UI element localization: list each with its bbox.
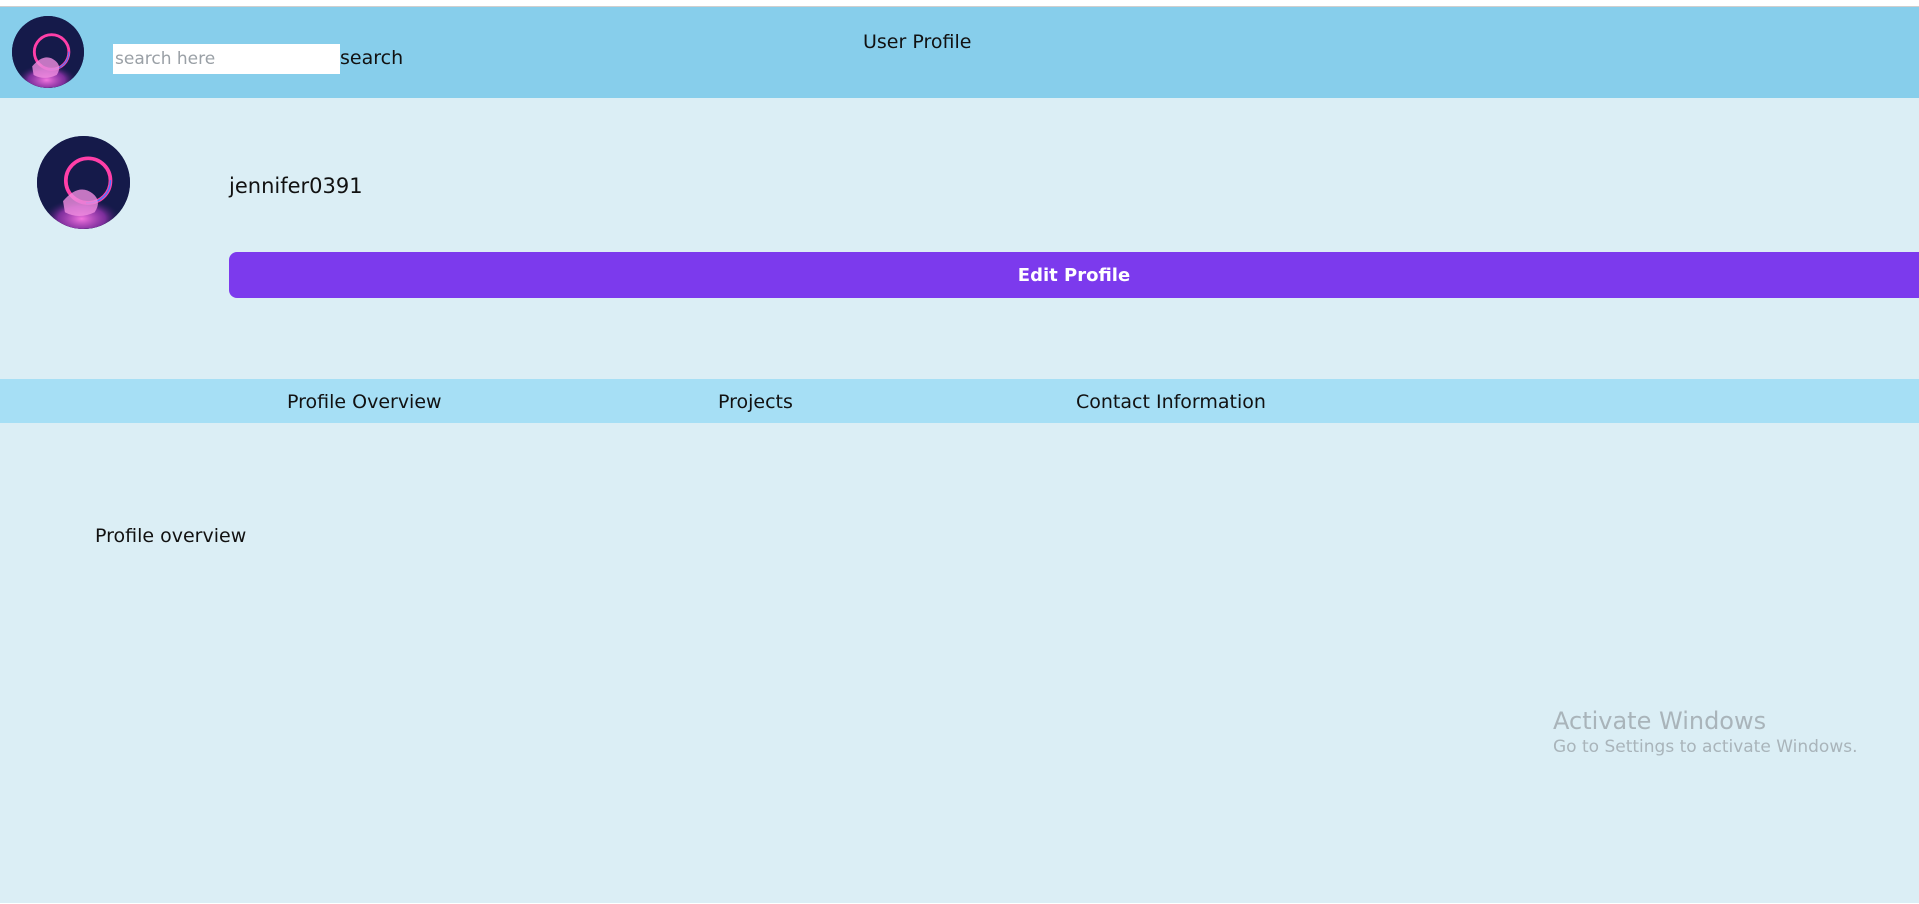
profile-overview-heading: Profile overview — [95, 525, 247, 547]
header-avatar[interactable] — [12, 16, 84, 88]
page-title: User Profile — [863, 31, 972, 53]
tab-projects[interactable]: Projects — [718, 391, 793, 413]
watermark-title: Activate Windows — [1553, 707, 1767, 735]
top-border — [0, 0, 1919, 7]
username: jennifer0391 — [229, 174, 363, 198]
page: search User Profile jennifer0391 — [0, 0, 1919, 904]
search-input[interactable] — [113, 44, 340, 74]
tab-contact-information[interactable]: Contact Information — [1076, 391, 1266, 413]
windows-activation-watermark: Activate Windows Go to Settings to activ… — [1553, 707, 1858, 757]
main-content: jennifer0391 Edit Profile Profile Overvi… — [0, 98, 1919, 904]
profile-tabs: Profile Overview Projects Contact Inform… — [0, 379, 1919, 423]
header-bar: search User Profile — [0, 7, 1919, 98]
neon-ring-avatar-icon — [12, 16, 84, 88]
edit-profile-button[interactable]: Edit Profile — [229, 252, 1919, 298]
tab-profile-overview[interactable]: Profile Overview — [287, 391, 442, 413]
neon-ring-avatar-icon — [37, 136, 130, 229]
search-button[interactable]: search — [340, 47, 403, 69]
watermark-subtitle: Go to Settings to activate Windows. — [1553, 737, 1858, 757]
profile-avatar — [37, 136, 130, 229]
